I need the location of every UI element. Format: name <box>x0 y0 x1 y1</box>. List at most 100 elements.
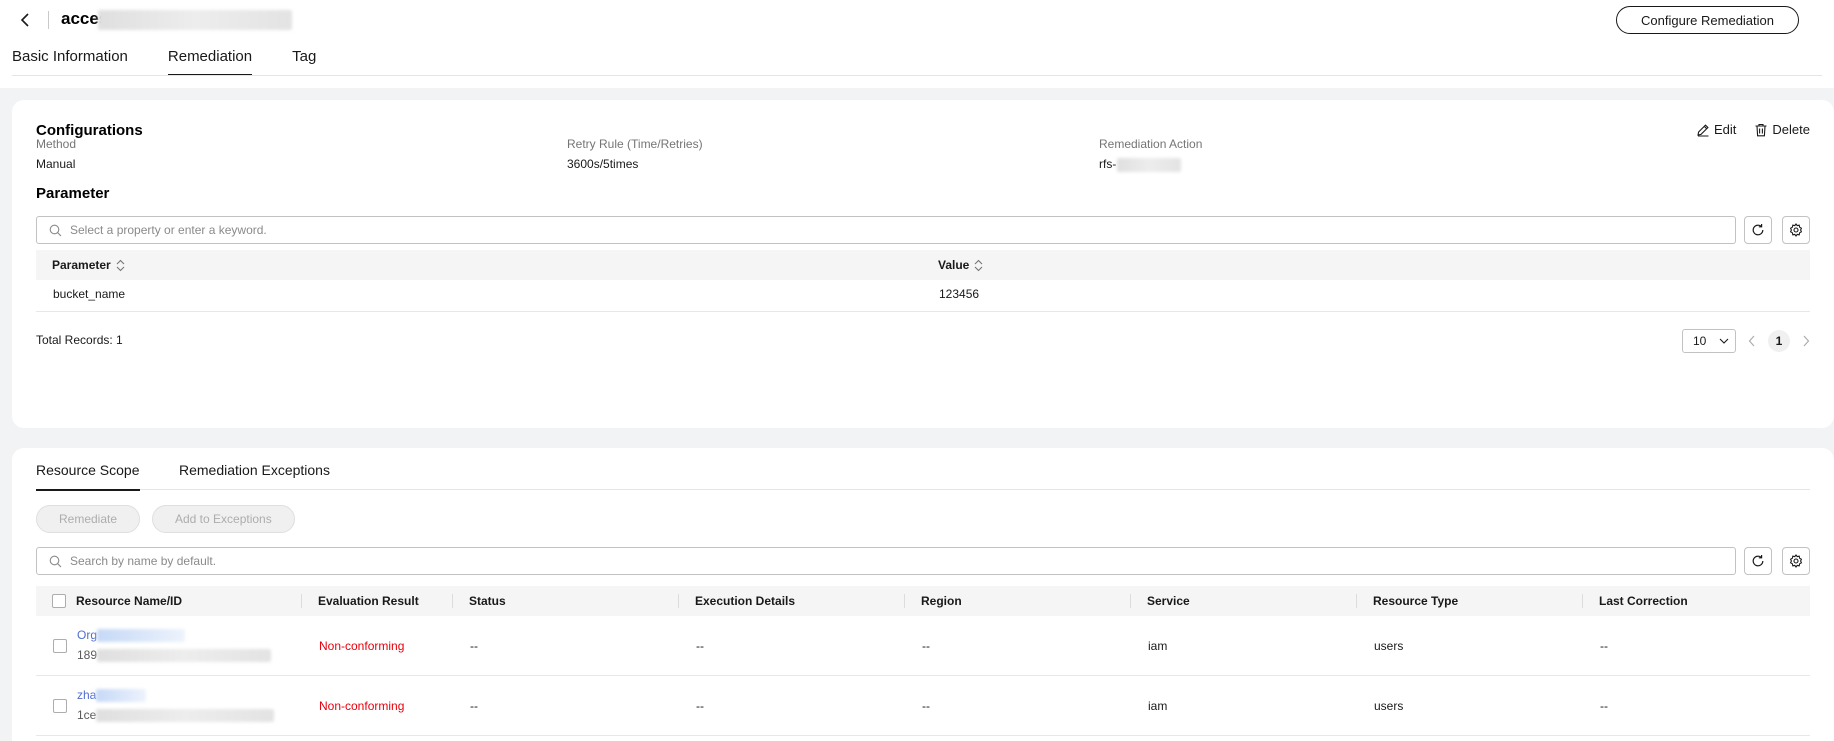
table-row: bucket_name 123456 <box>36 280 1810 312</box>
parameter-value-cell: 123456 <box>939 287 980 301</box>
execution-details-cell: -- <box>696 699 704 713</box>
add-to-exceptions-button[interactable]: Add to Exceptions <box>152 505 295 533</box>
evaluation-result-cell: Non-conforming <box>319 699 405 713</box>
column-status: Status <box>469 594 506 608</box>
chevron-left-icon[interactable] <box>1748 335 1756 347</box>
redacted-resource-name <box>97 629 186 643</box>
column-resource-type: Resource Type <box>1373 594 1459 608</box>
resource-id-cell: 1ce <box>77 708 275 723</box>
tab-tag[interactable]: Tag <box>292 48 316 76</box>
retry-rule-label: Retry Rule (Time/Retries) <box>567 137 703 151</box>
sort-icon <box>974 259 983 271</box>
select-all-checkbox[interactable] <box>52 594 66 608</box>
redacted-action-id <box>1117 157 1182 172</box>
column-evaluation-result: Evaluation Result <box>318 594 419 608</box>
back-arrow-icon[interactable] <box>14 8 38 32</box>
tab-basic-information[interactable]: Basic Information <box>12 48 128 76</box>
configure-remediation-button[interactable]: Configure Remediation <box>1616 6 1799 34</box>
select-all-checkbox-cell <box>52 586 66 616</box>
delete-button[interactable]: Delete <box>1754 122 1810 137</box>
last-correction-cell: -- <box>1600 699 1608 713</box>
configuration-actions: Edit Delete <box>1696 122 1810 137</box>
remediate-button[interactable]: Remediate <box>36 505 141 533</box>
redacted-resource-id <box>96 709 275 723</box>
resource-settings-button[interactable] <box>1782 547 1810 575</box>
trash-icon <box>1755 123 1767 136</box>
method-value: Manual <box>36 157 76 171</box>
resource-table-header: Resource Name/ID Evaluation Result Statu… <box>36 586 1810 616</box>
resource-name-link[interactable]: Org <box>77 628 97 642</box>
edit-button[interactable]: Edit <box>1696 122 1736 137</box>
column-value[interactable]: Value <box>938 250 983 280</box>
page-header: acces Configure Remediation Basic Inform… <box>0 0 1834 88</box>
column-divider <box>904 594 905 608</box>
region-cell: -- <box>922 639 930 653</box>
service-cell: iam <box>1148 699 1168 713</box>
column-execution-details: Execution Details <box>695 594 796 608</box>
redacted-title <box>98 10 292 30</box>
parameter-name-cell: bucket_name <box>53 287 126 301</box>
evaluation-result-cell: Non-conforming <box>319 639 405 653</box>
resource-name-link[interactable]: zha <box>77 688 96 702</box>
status-cell: -- <box>470 639 478 653</box>
resource-type-cell: users <box>1374 699 1404 713</box>
resource-name-cell[interactable]: Org <box>77 628 186 643</box>
page-size-select[interactable]: 10 <box>1682 329 1736 353</box>
resource-id-cell: 189 <box>77 648 272 663</box>
sort-icon <box>116 259 125 271</box>
pagination: 10 1 <box>1682 329 1810 353</box>
edit-label: Edit <box>1714 122 1737 137</box>
detail-tabs: Basic Information Remediation Tag <box>12 48 356 76</box>
remediation-action-value: rfs- <box>1099 157 1182 172</box>
search-icon <box>49 224 62 236</box>
resource-card: Resource Scope Remediation Exceptions Re… <box>12 448 1834 741</box>
resource-name-cell[interactable]: zha <box>77 688 147 703</box>
parameter-title: Parameter <box>36 185 110 202</box>
parameter-refresh-button[interactable] <box>1744 216 1772 244</box>
edit-icon <box>1697 123 1709 136</box>
parameter-settings-button[interactable] <box>1782 216 1810 244</box>
chevron-right-icon[interactable] <box>1802 335 1810 347</box>
table-row: Org 189 Non-conforming -- -- -- iam user… <box>36 616 1810 676</box>
resource-search-input[interactable] <box>70 554 1672 568</box>
service-cell: iam <box>1148 639 1168 653</box>
column-region: Region <box>921 594 962 608</box>
delete-label: Delete <box>1772 122 1810 137</box>
status-cell: -- <box>470 699 478 713</box>
retry-rule-value: 3600s/5times <box>567 157 639 171</box>
parameter-table-header: Parameter Value <box>36 250 1810 280</box>
column-divider <box>1356 594 1357 608</box>
tab-resource-scope[interactable]: Resource Scope <box>36 462 140 491</box>
parameter-search[interactable] <box>36 216 1736 244</box>
column-last-correction: Last Correction <box>1599 594 1688 608</box>
parameter-search-input[interactable] <box>70 223 1672 237</box>
redacted-resource-id <box>97 649 272 663</box>
row-checkbox[interactable] <box>53 639 67 653</box>
gear-icon <box>1789 223 1803 237</box>
remediation-action-label: Remediation Action <box>1099 137 1203 151</box>
resource-type-cell: users <box>1374 639 1404 653</box>
gear-icon <box>1789 554 1803 568</box>
page-number[interactable]: 1 <box>1768 330 1790 352</box>
refresh-icon <box>1752 224 1764 236</box>
last-correction-cell: -- <box>1600 639 1608 653</box>
resource-search[interactable] <box>36 547 1736 575</box>
redacted-resource-name <box>96 689 147 703</box>
column-divider <box>1582 594 1583 608</box>
column-parameter[interactable]: Parameter <box>52 250 125 280</box>
row-checkbox[interactable] <box>53 699 67 713</box>
tabs-divider <box>12 75 1822 76</box>
title-divider <box>48 11 49 29</box>
column-divider <box>301 594 302 608</box>
method-label: Method <box>36 137 77 151</box>
resource-tabs: Resource Scope Remediation Exceptions <box>36 462 1810 491</box>
region-cell: -- <box>922 699 930 713</box>
tab-remediation[interactable]: Remediation <box>167 48 253 76</box>
tab-remediation-exceptions[interactable]: Remediation Exceptions <box>179 462 330 490</box>
column-divider <box>678 594 679 608</box>
execution-details-cell: -- <box>696 639 704 653</box>
table-row: zha 1ce Non-conforming -- -- -- iam user… <box>36 676 1810 736</box>
column-service: Service <box>1147 594 1190 608</box>
refresh-icon <box>1752 555 1764 567</box>
resource-refresh-button[interactable] <box>1744 547 1772 575</box>
